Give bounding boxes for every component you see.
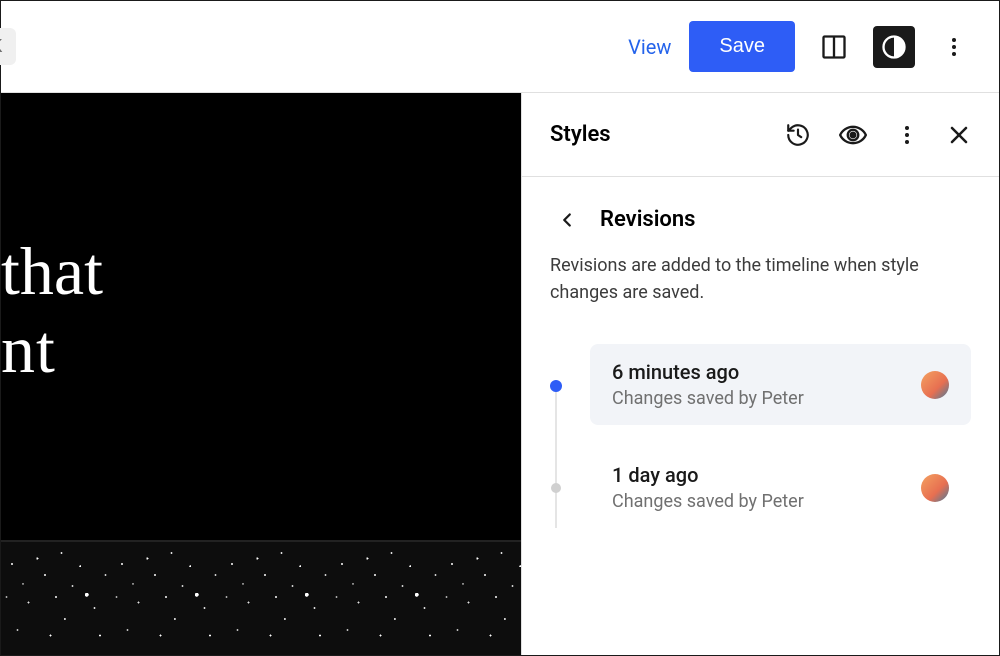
editor-canvas[interactable]: that nt <box>1 93 521 655</box>
revision-item[interactable]: 6 minutes ago Changes saved by Peter <box>590 344 971 425</box>
avatar <box>921 371 949 399</box>
timeline-line <box>555 386 557 528</box>
canvas-texture-image <box>1 540 521 655</box>
more-options-icon[interactable] <box>933 26 975 68</box>
revision-author: Changes saved by Peter <box>612 491 907 512</box>
back-icon[interactable] <box>556 209 578 231</box>
panel-title-row: Revisions <box>550 207 971 232</box>
revision-time: 6 minutes ago <box>612 360 907 384</box>
revision-card[interactable]: 6 minutes ago Changes saved by Peter <box>590 344 971 425</box>
canvas-line-1: that <box>1 233 103 309</box>
avatar <box>921 474 949 502</box>
eye-icon[interactable] <box>839 121 867 149</box>
topbar-right: View Save <box>628 21 975 72</box>
main-area: that nt Styles <box>1 93 999 655</box>
sidebar-more-icon[interactable] <box>895 123 919 147</box>
sidebar-header: Styles <box>522 93 999 177</box>
revision-item[interactable]: 1 day ago Changes saved by Peter <box>590 447 971 528</box>
sidebar-header-actions <box>785 121 971 149</box>
revisions-panel: Revisions Revisions are added to the tim… <box>522 177 999 580</box>
revisions-history-icon[interactable] <box>785 122 811 148</box>
timeline-dot-icon <box>550 380 562 392</box>
revision-time: 1 day ago <box>612 463 907 487</box>
revisions-timeline: 6 minutes ago Changes saved by Peter 1 d… <box>550 344 971 528</box>
top-toolbar: K View Save <box>1 1 999 93</box>
panel-title: Revisions <box>600 207 696 232</box>
save-button[interactable]: Save <box>689 21 795 72</box>
timeline-dot-icon <box>551 483 561 493</box>
keyboard-shortcut-pill[interactable]: K <box>0 28 16 65</box>
revision-author: Changes saved by Peter <box>612 388 907 409</box>
revision-card[interactable]: 1 day ago Changes saved by Peter <box>590 447 971 528</box>
revision-text: 6 minutes ago Changes saved by Peter <box>612 360 907 409</box>
close-icon[interactable] <box>947 123 971 147</box>
sidebar-title: Styles <box>550 122 785 147</box>
panel-description: Revisions are added to the timeline when… <box>550 252 971 306</box>
canvas-line-2: nt <box>1 311 56 387</box>
styles-sidebar: Styles Revision <box>521 93 999 655</box>
topbar-left: K <box>1 28 16 65</box>
canvas-heading: that nt <box>1 233 103 388</box>
revision-text: 1 day ago Changes saved by Peter <box>612 463 907 512</box>
contrast-icon[interactable] <box>873 26 915 68</box>
panel-toggle-icon[interactable] <box>813 26 855 68</box>
view-link[interactable]: View <box>628 35 671 59</box>
